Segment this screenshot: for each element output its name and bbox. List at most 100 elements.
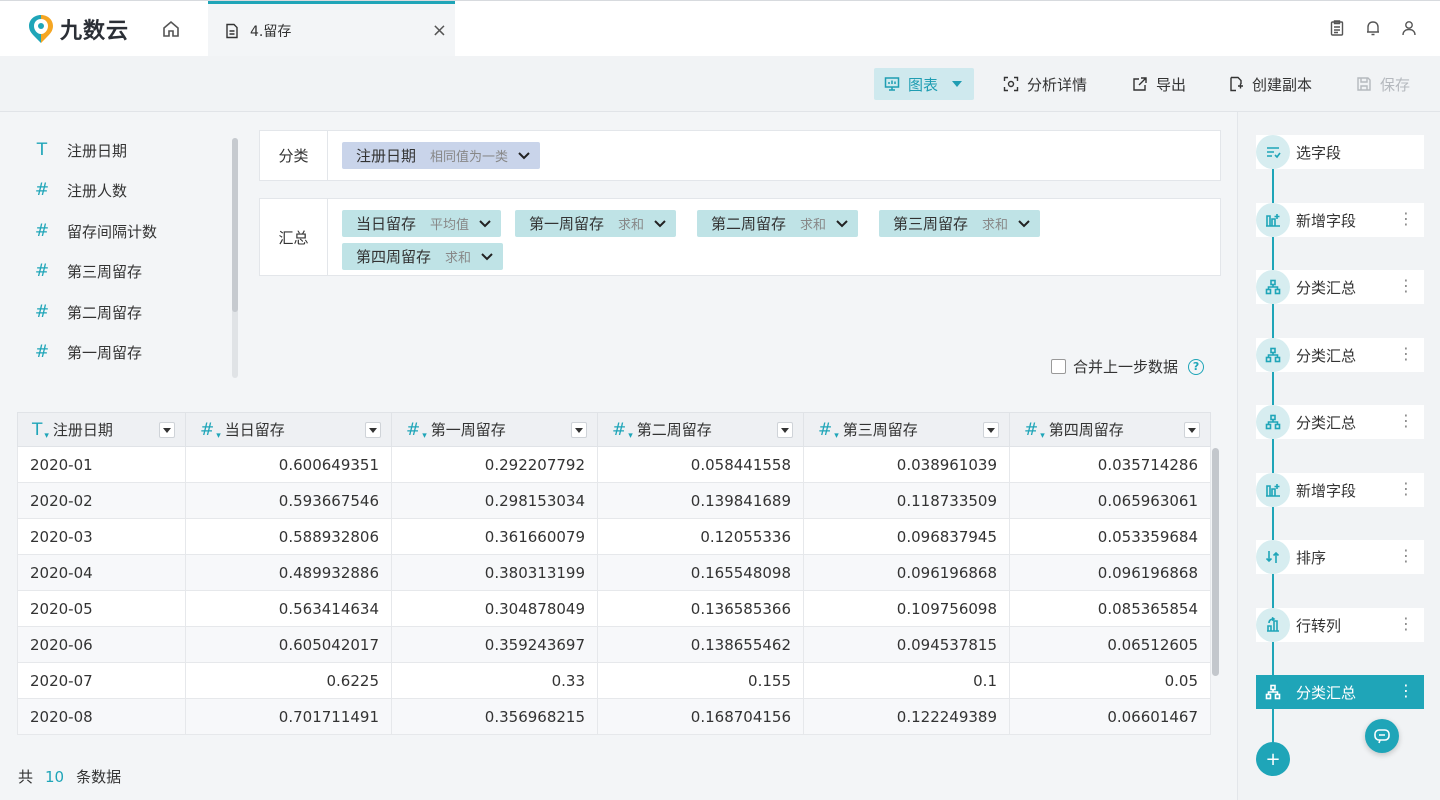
category-label: 分类	[260, 131, 328, 180]
category-chip[interactable]: 注册日期 相同值为一类	[342, 142, 541, 169]
column-header[interactable]: # ▾ 当日留存	[185, 412, 392, 447]
cell-value: 0.600649351	[185, 446, 392, 483]
column-menu-dropdown[interactable]	[159, 422, 175, 438]
logo[interactable]: 九数云	[28, 13, 129, 45]
summary-chip[interactable]: 第二周留存 求和	[697, 210, 859, 237]
field-item[interactable]: # 注册人数	[34, 179, 127, 201]
add-step-button[interactable]: +	[1256, 742, 1290, 776]
merge-previous-checkbox[interactable]	[1051, 359, 1066, 374]
column-header[interactable]: # ▾ 第二周留存	[597, 412, 804, 447]
field-scrollbar[interactable]	[232, 138, 238, 312]
field-item[interactable]: # 留存间隔计数	[34, 220, 157, 242]
column-menu-dropdown[interactable]	[365, 422, 381, 438]
field-item[interactable]: # 第三周留存	[34, 260, 142, 282]
field-item[interactable]: # 第二周留存	[34, 301, 142, 323]
column-menu-dropdown[interactable]	[1184, 422, 1200, 438]
cell-value: 0.380313199	[391, 554, 598, 591]
export-button[interactable]: 导出	[1122, 68, 1196, 100]
chip-name: 第三周留存	[893, 215, 969, 233]
cell-value: 0.139841689	[597, 482, 804, 519]
more-vertical-icon[interactable]: ⋮	[1398, 614, 1414, 634]
merge-previous-checkbox-row[interactable]: 合并上一步数据 ?	[1051, 356, 1205, 377]
document-icon	[226, 23, 238, 38]
summary-chip[interactable]: 第一周留存 求和	[515, 210, 677, 237]
chat-support-button[interactable]	[1365, 719, 1399, 753]
save-icon	[1357, 77, 1371, 91]
cell-value: 0.304878049	[391, 590, 598, 627]
chip-agg: 求和	[982, 218, 1009, 233]
column-menu-dropdown[interactable]	[571, 422, 587, 438]
cell-value: 0.155	[597, 662, 804, 699]
column-menu-dropdown[interactable]	[983, 422, 999, 438]
step-group-summary-active[interactable]: 分类汇总 ⋮	[1256, 675, 1424, 709]
more-vertical-icon[interactable]: ⋮	[1398, 276, 1414, 296]
help-icon[interactable]: ?	[1188, 358, 1205, 375]
more-vertical-icon[interactable]: ⋮	[1398, 344, 1414, 364]
chart-button[interactable]: 图表	[874, 68, 974, 100]
step-group-summary[interactable]: 分类汇总 ⋮	[1256, 405, 1424, 439]
step-group-summary[interactable]: 分类汇总 ⋮	[1256, 338, 1424, 372]
cell-value: 0.168704156	[597, 698, 804, 735]
text-type-icon: T	[36, 140, 48, 160]
summary-chip[interactable]: 第三周留存 求和	[879, 210, 1041, 237]
home-icon[interactable]	[160, 18, 182, 40]
column-header[interactable]: # ▾ 第一周留存	[391, 412, 598, 447]
clipboard-icon[interactable]	[1328, 19, 1346, 37]
tab-close-icon[interactable]: ×	[432, 20, 447, 41]
chevron-down-icon[interactable]	[479, 219, 491, 228]
cell-value: 0.053359684	[1009, 518, 1211, 555]
column-header[interactable]: # ▾ 第四周留存	[1009, 412, 1211, 447]
table-row: 2020-04 0.489932886 0.380313199 0.165548098…	[17, 554, 1211, 591]
column-header-label: 第一周留存	[430, 420, 506, 439]
cell-value: 0.094537815	[803, 626, 1010, 663]
number-type-icon: #	[34, 302, 50, 322]
scan-icon	[1003, 76, 1019, 92]
save-button[interactable]: 保存	[1346, 68, 1420, 100]
chevron-down-icon[interactable]	[481, 252, 493, 261]
sort-indicator-icon: ▾	[44, 430, 49, 441]
column-header[interactable]: # ▾ 第三周留存	[803, 412, 1010, 447]
summary-chip[interactable]: 第四周留存 求和	[342, 243, 504, 270]
steps-connector	[1272, 152, 1274, 752]
step-group-summary[interactable]: 分类汇总 ⋮	[1256, 270, 1424, 304]
more-vertical-icon[interactable]: ⋮	[1398, 546, 1414, 566]
toolbar: 图表 分析详情 导出 创建副本 保存	[0, 56, 1440, 112]
field-item[interactable]: T 注册日期	[34, 139, 127, 161]
number-type-icon: #	[34, 342, 50, 362]
cell-date: 2020-04	[17, 554, 186, 591]
column-header[interactable]: T ▾ 注册日期	[17, 412, 186, 447]
user-icon[interactable]	[1400, 19, 1418, 37]
step-add-field[interactable]: 新增字段 ⋮	[1256, 203, 1424, 237]
step-add-field[interactable]: 新增字段 ⋮	[1256, 473, 1424, 507]
cell-value: 0.12055336	[597, 518, 804, 555]
step-select-fields[interactable]: 选字段	[1256, 135, 1424, 169]
step-sort[interactable]: 排序 ⋮	[1256, 540, 1424, 574]
table-scrollbar[interactable]	[1212, 448, 1219, 676]
field-label: 第一周留存	[67, 343, 143, 362]
analysis-detail-button[interactable]: 分析详情	[993, 68, 1097, 100]
table-row: 2020-02 0.593667546 0.298153034 0.139841689…	[17, 482, 1211, 519]
chart-icon	[884, 77, 900, 91]
tab-retention[interactable]: 4.留存 ×	[208, 1, 455, 57]
row-count: 10	[45, 768, 65, 786]
cell-value: 0.058441558	[597, 446, 804, 483]
tab-label: 4.留存	[250, 23, 292, 40]
chevron-down-icon[interactable]	[836, 219, 848, 228]
cell-value: 0.136585366	[597, 590, 804, 627]
more-vertical-icon[interactable]: ⋮	[1398, 411, 1414, 431]
column-menu-dropdown[interactable]	[777, 422, 793, 438]
field-item[interactable]: # 第一周留存	[34, 341, 142, 363]
create-copy-button[interactable]: 创建副本	[1218, 68, 1322, 100]
more-vertical-icon[interactable]: ⋮	[1398, 681, 1414, 701]
table-header-row: T ▾ 注册日期 # ▾ 当日留存 # ▾ 第一周留存 # ▾ 第二周留存 # ▾ 第三周留存 # ▾…	[17, 412, 1211, 447]
more-vertical-icon[interactable]: ⋮	[1398, 479, 1414, 499]
chevron-down-icon[interactable]	[1018, 219, 1030, 228]
top-right-icons	[1328, 19, 1418, 37]
summary-chip[interactable]: 当日留存 平均值	[342, 210, 502, 237]
step-pivot[interactable]: 行转列 ⋮	[1256, 608, 1424, 642]
chevron-down-icon[interactable]	[518, 151, 530, 160]
bell-icon[interactable]	[1364, 19, 1382, 37]
chevron-down-icon[interactable]	[654, 219, 666, 228]
more-vertical-icon[interactable]: ⋮	[1398, 209, 1414, 229]
cell-value: 0.356968215	[391, 698, 598, 735]
